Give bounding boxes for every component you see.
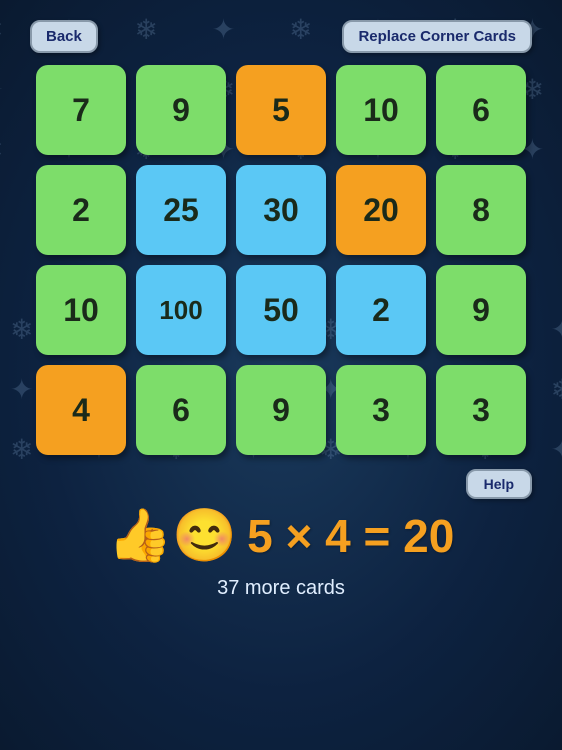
- help-button[interactable]: Help: [466, 469, 532, 499]
- card-r0-c1[interactable]: 9: [136, 65, 226, 155]
- card-r0-c2[interactable]: 5: [236, 65, 326, 155]
- card-r1-c2[interactable]: 30: [236, 165, 326, 255]
- card-r2-c3[interactable]: 2: [336, 265, 426, 355]
- card-r2-c1[interactable]: 100: [136, 265, 226, 355]
- equation-text: 5 × 4 = 20: [247, 509, 454, 563]
- card-r3-c4[interactable]: 3: [436, 365, 526, 455]
- card-r1-c0[interactable]: 2: [36, 165, 126, 255]
- card-r3-c3[interactable]: 3: [336, 365, 426, 455]
- card-r2-c2[interactable]: 50: [236, 265, 326, 355]
- card-r2-c4[interactable]: 9: [436, 265, 526, 355]
- header: Back Replace Corner Cards: [30, 20, 532, 53]
- card-grid: 7951062253020810100502946933: [36, 65, 526, 455]
- card-r0-c0[interactable]: 7: [36, 65, 126, 155]
- card-r3-c2[interactable]: 9: [236, 365, 326, 455]
- card-r1-c3[interactable]: 20: [336, 165, 426, 255]
- thumbs-up-emoji: 👍😊: [108, 510, 238, 562]
- more-cards-label: 37 more cards: [217, 577, 345, 600]
- replace-corner-cards-button[interactable]: Replace Corner Cards: [342, 20, 532, 53]
- card-r3-c1[interactable]: 6: [136, 365, 226, 455]
- card-r2-c0[interactable]: 10: [36, 265, 126, 355]
- card-r1-c1[interactable]: 25: [136, 165, 226, 255]
- page-container: Back Replace Corner Cards 79510622530208…: [0, 0, 562, 750]
- equation-row: 👍😊 5 × 4 = 20: [108, 509, 455, 563]
- back-button[interactable]: Back: [30, 20, 98, 53]
- card-r0-c4[interactable]: 6: [436, 65, 526, 155]
- card-r1-c4[interactable]: 8: [436, 165, 526, 255]
- card-r3-c0[interactable]: 4: [36, 365, 126, 455]
- card-r0-c3[interactable]: 10: [336, 65, 426, 155]
- help-row: Help: [30, 469, 532, 499]
